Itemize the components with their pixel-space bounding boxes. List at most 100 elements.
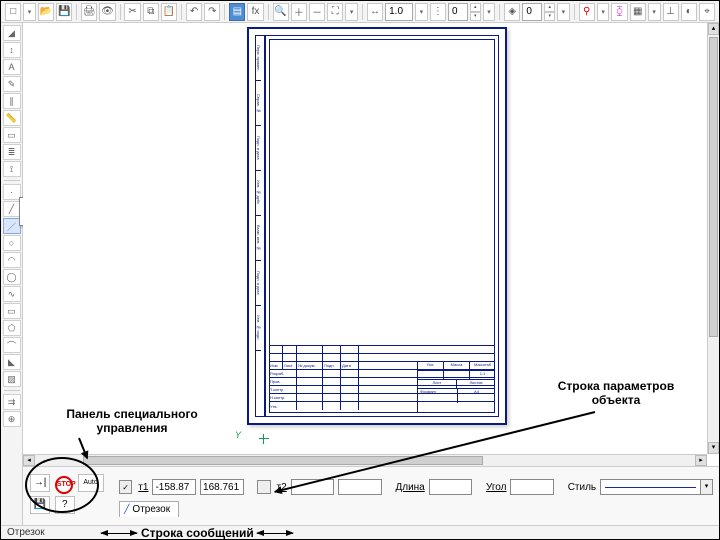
notation-panel-button[interactable]: A <box>3 59 21 75</box>
drawing-sheet: Перв. примен. Справ. № Подп. и дата Инв.… <box>247 27 507 425</box>
scroll-up-button[interactable]: ▴ <box>708 23 719 35</box>
open-button[interactable]: 📂 <box>38 3 54 21</box>
select-panel-button[interactable]: ▭ <box>3 127 21 143</box>
t2-lock-toggle[interactable] <box>257 480 270 494</box>
new-doc-button[interactable]: □ <box>5 3 21 21</box>
point-tool-button[interactable]: · <box>3 184 21 200</box>
assoc-panel-button[interactable]: ⟟ <box>3 161 21 177</box>
polygon-tool-button[interactable]: ⬠ <box>3 320 21 336</box>
arc-tool-button[interactable]: ◠ <box>3 252 21 268</box>
annotation-control-panel-label: Панель специального управления <box>57 407 207 436</box>
scale-field[interactable]: 1.0 <box>385 3 413 21</box>
zoom-in-button[interactable]: ＋ <box>291 3 307 21</box>
separator <box>362 4 363 20</box>
scale-dropdown[interactable]: ▾ <box>415 3 428 21</box>
print-button[interactable]: 🖨 <box>81 3 97 21</box>
segment-tab[interactable]: ╱ Отрезок <box>119 501 179 517</box>
point2-y-field[interactable] <box>338 479 382 495</box>
separator <box>4 180 20 181</box>
preview-button[interactable]: 👁 <box>99 3 115 21</box>
grid-button[interactable]: ▦ <box>630 3 646 21</box>
shift-button[interactable]: ↔ <box>367 3 383 21</box>
title-block: ИзмЛист№ докум.Подп.Дата Разраб. Пров. Т… <box>269 345 495 413</box>
local-cs-button[interactable]: ⌖ <box>699 3 715 21</box>
scroll-right-button[interactable]: ▸ <box>695 455 707 466</box>
edit-panel-button[interactable]: ✎ <box>3 76 21 92</box>
copy-button[interactable]: ⧉ <box>143 3 159 21</box>
hatch-tool-button[interactable]: ▨ <box>3 371 21 387</box>
undo-button[interactable]: ↶ <box>186 3 202 21</box>
geometry-panel-button[interactable]: ◢ <box>3 25 21 41</box>
equidistant-tool-button[interactable]: ⇉ <box>3 394 21 410</box>
origin-marker-icon <box>259 434 269 444</box>
snap-dropdown[interactable]: ▾ <box>597 3 610 21</box>
style-dropdown-arrow[interactable]: ▾ <box>700 480 712 494</box>
spec-panel-button[interactable]: ≣ <box>3 144 21 160</box>
aux-line-tool-button[interactable]: ╱ <box>3 201 21 217</box>
angle-field[interactable] <box>510 479 554 495</box>
round-button[interactable]: ◐ <box>681 3 697 21</box>
point1-y-field[interactable]: 168.761 <box>200 479 244 495</box>
param-panel-button[interactable]: ∥ <box>3 93 21 109</box>
mode-tab-strip: ╱ Отрезок <box>119 501 179 517</box>
scroll-down-button[interactable]: ▾ <box>708 442 719 454</box>
circle-tool-button[interactable]: ○ <box>3 235 21 251</box>
redo-button[interactable]: ↷ <box>204 3 220 21</box>
step-button[interactable]: ⋮ <box>430 3 446 21</box>
point1-x-field[interactable]: -158.87 <box>152 479 196 495</box>
annotation-arrow-left <box>101 533 137 534</box>
zoom-fit-button[interactable]: ⛶ <box>327 3 343 21</box>
step-field[interactable]: 0 <box>448 3 468 21</box>
vertical-scrollbar[interactable]: ▴ ▾ <box>707 23 719 454</box>
separator <box>268 4 269 20</box>
new-doc-dropdown[interactable]: ▾ <box>23 3 36 21</box>
save-button[interactable]: 💾 <box>56 3 72 21</box>
annotation-arrow-right <box>257 533 293 534</box>
step-dropdown[interactable]: ▾ <box>483 3 496 21</box>
rect-tool-button[interactable]: ▭ <box>3 303 21 319</box>
line-style-select[interactable]: ▾ <box>600 479 713 495</box>
left-toolbar: ◢ ↕ A ✎ ∥ 📏 ▭ ≣ ⟟ · ╱ ／ ○ ◠ ◯ ∿ ▭ ⬠ ⌒ ◣ … <box>1 23 23 539</box>
separator <box>574 4 575 20</box>
parameters-area: →| STOP Auto 💾 ? ✓ т1 -158.87 168.761 т2… <box>23 466 719 525</box>
point1-label: т1 <box>138 482 148 493</box>
vscroll-thumb[interactable] <box>709 37 718 337</box>
layer-spinner[interactable]: ▴▾ <box>544 3 555 21</box>
app-frame: □ ▾ 📂 💾 🖨 👁 ✂ ⧉ 📋 ↶ ↷ ▤ fx 🔍 ＋ － ⛶ ▾ ↔ 1… <box>0 0 720 540</box>
ortho-button[interactable]: ⊥ <box>663 3 679 21</box>
gather-tool-button[interactable]: ⊕ <box>3 411 21 427</box>
separator <box>76 4 77 20</box>
hscroll-thumb[interactable] <box>83 456 483 465</box>
zoom-dropdown[interactable]: ▾ <box>345 3 358 21</box>
layers-button[interactable]: ◈ <box>504 3 520 21</box>
magnet-button[interactable]: ⧲ <box>611 3 627 21</box>
spline-tool-button[interactable]: ∿ <box>3 286 21 302</box>
zoom-out-button[interactable]: － <box>309 3 325 21</box>
ellipse-tool-button[interactable]: ◯ <box>3 269 21 285</box>
style-label: Стиль <box>568 482 596 493</box>
fillet-tool-button[interactable]: ⌒ <box>3 337 21 353</box>
status-text: Отрезок <box>7 527 45 538</box>
measure-panel-button[interactable]: 📏 <box>3 110 21 126</box>
manager-button[interactable]: ▤ <box>229 3 245 21</box>
snap-button[interactable]: ⚲ <box>579 3 595 21</box>
vars-button[interactable]: fx <box>247 3 263 21</box>
length-field[interactable] <box>429 479 473 495</box>
horizontal-scrollbar[interactable]: ◂ ▸ <box>23 454 707 466</box>
separator <box>181 4 182 20</box>
zoom-window-button[interactable]: 🔍 <box>273 3 289 21</box>
segment-tool-button[interactable]: ／ <box>3 218 21 234</box>
separator <box>120 4 121 20</box>
cut-button[interactable]: ✂ <box>124 3 140 21</box>
layer-field[interactable]: 0 <box>522 3 542 21</box>
dim-panel-button[interactable]: ↕ <box>3 42 21 58</box>
t1-lock-toggle[interactable]: ✓ <box>119 480 132 494</box>
segment-tab-label: Отрезок <box>132 504 170 515</box>
step-spinner[interactable]: ▴▾ <box>470 3 481 21</box>
chamfer-tool-button[interactable]: ◣ <box>3 354 21 370</box>
separator <box>224 4 225 20</box>
paste-button[interactable]: 📋 <box>161 3 177 21</box>
scroll-left-button[interactable]: ◂ <box>23 455 35 466</box>
layer-dropdown[interactable]: ▾ <box>557 3 570 21</box>
grid-dropdown[interactable]: ▾ <box>648 3 661 21</box>
